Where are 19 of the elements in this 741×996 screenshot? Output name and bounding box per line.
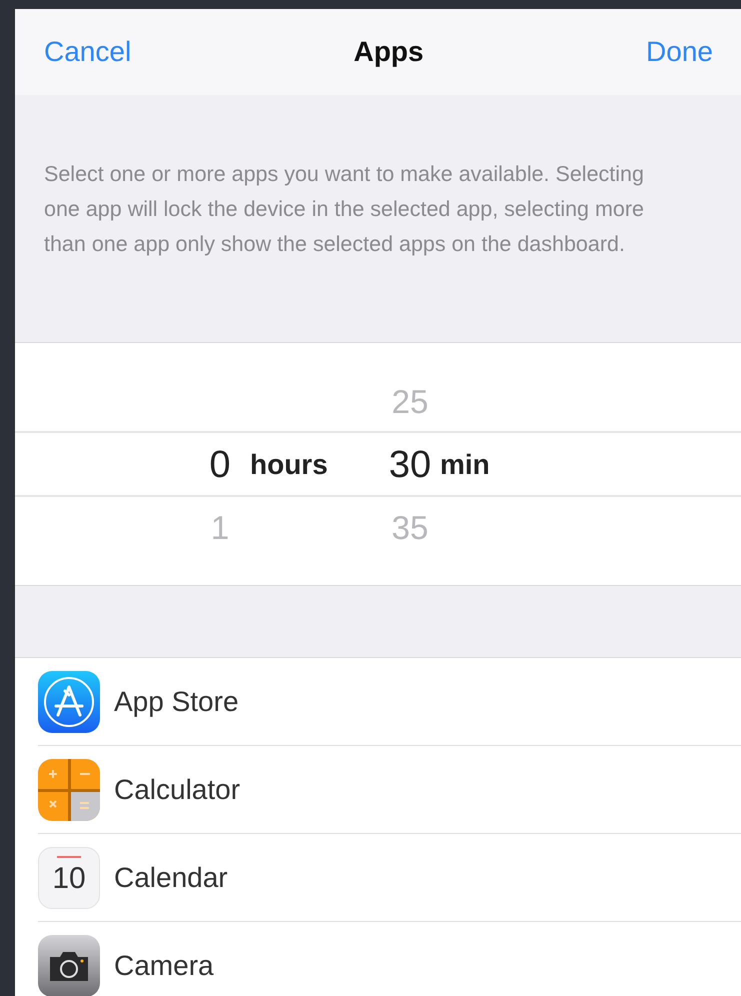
app-name: Camera	[114, 950, 214, 982]
app-row[interactable]: App Store	[38, 658, 741, 746]
app-store-icon	[38, 670, 100, 732]
picker-value[interactable]: 30	[380, 444, 440, 486]
camera-icon	[38, 934, 100, 996]
time-picker[interactable]: 0 hours 1 25 30 min 35	[15, 343, 741, 586]
description-text: Select one or more apps you want to make available. Selecting one app will lock the device in the selected app, selecting more than one app only show the selected apps on the dashboard.	[44, 161, 645, 258]
app-row[interactable]: 10 Calendar	[38, 834, 741, 922]
app-name: App Store	[114, 686, 239, 718]
calculator-icon	[38, 758, 100, 820]
app-row[interactable]: Camera	[38, 922, 741, 996]
app-name: Calculator	[114, 774, 240, 806]
calendar-icon: 10	[38, 846, 100, 908]
app-row[interactable]: Calculator	[38, 746, 741, 834]
app-name: Calendar	[114, 862, 228, 894]
picker-unit-label: hours	[250, 449, 328, 481]
screen-title: Apps	[354, 36, 424, 68]
picker-unit-label: min	[440, 449, 490, 481]
picker-value[interactable]: 0	[190, 444, 250, 486]
